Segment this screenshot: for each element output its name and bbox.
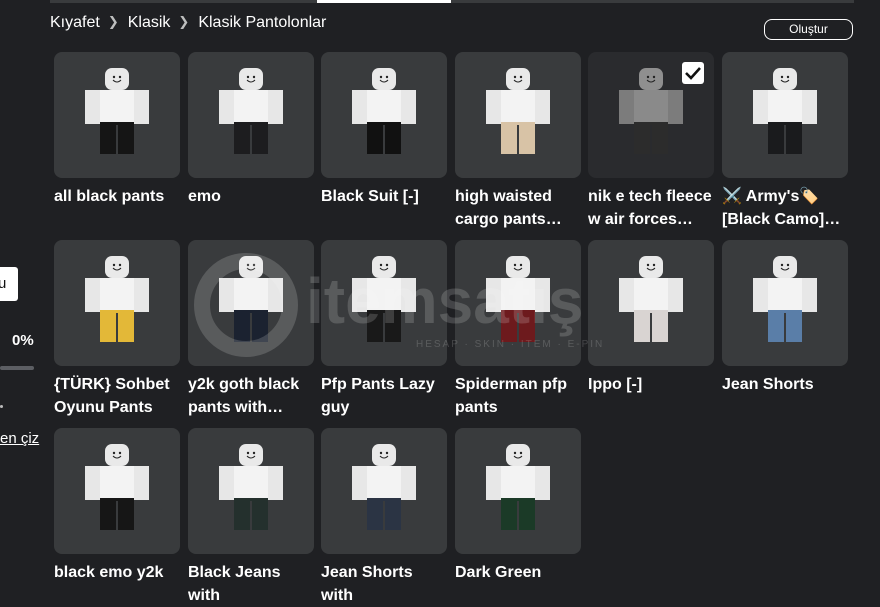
- item-name[interactable]: Black Jeans with: [188, 561, 314, 607]
- avatar-preview: [486, 68, 550, 164]
- avatar-preview: [753, 68, 817, 164]
- item-name[interactable]: black emo y2k: [54, 561, 180, 584]
- chevron-right-icon: ❯: [178, 14, 190, 29]
- item-thumbnail[interactable]: [588, 240, 714, 366]
- item-card[interactable]: {TÜRK} Sohbet Oyunu Pants: [54, 240, 180, 419]
- item-name[interactable]: all black pants: [54, 185, 180, 208]
- avatar-preview: [352, 444, 416, 540]
- item-name[interactable]: Pfp Pants Lazy guy: [321, 373, 447, 419]
- avatar-preview: [753, 256, 817, 352]
- item-card[interactable]: black emo y2k: [54, 428, 180, 584]
- breadcrumb-classic-pants: Klasik Pantolonlar: [198, 14, 327, 31]
- progress-bar: [0, 366, 34, 370]
- item-thumbnail[interactable]: [188, 240, 314, 366]
- item-name[interactable]: Black Suit [-]: [321, 185, 447, 208]
- breadcrumb: Kıyafet ❯ Klasik ❯ Klasik Pantolonlar: [50, 14, 326, 32]
- item-thumbnail[interactable]: [455, 240, 581, 366]
- item-card[interactable]: Dark Green: [455, 428, 581, 584]
- item-card[interactable]: Pfp Pants Lazy guy: [321, 240, 447, 419]
- item-thumbnail[interactable]: [188, 52, 314, 178]
- checkmark-icon[interactable]: [682, 62, 704, 84]
- item-thumbnail[interactable]: [455, 52, 581, 178]
- chevron-right-icon: ❯: [107, 14, 119, 29]
- item-name[interactable]: Spiderman pfp pants: [455, 373, 581, 419]
- sidebar-input[interactable]: u: [0, 267, 18, 301]
- item-thumbnail[interactable]: [54, 240, 180, 366]
- item-card[interactable]: all black pants: [54, 52, 180, 208]
- item-card[interactable]: Jean Shorts: [722, 240, 848, 396]
- item-card[interactable]: Black Jeans with: [188, 428, 314, 607]
- item-name[interactable]: emo: [188, 185, 314, 208]
- item-card[interactable]: ⚔️ Army's🏷️ [Black Camo]…: [722, 52, 848, 231]
- avatar-preview: [85, 256, 149, 352]
- item-name[interactable]: Jean Shorts with: [321, 561, 447, 607]
- item-thumbnail[interactable]: [188, 428, 314, 554]
- sidebar-partial: u 0% en çiz: [0, 0, 46, 574]
- create-button[interactable]: Oluştur: [764, 19, 853, 40]
- sidebar-link[interactable]: en çiz: [0, 430, 39, 447]
- item-thumbnail[interactable]: [455, 428, 581, 554]
- item-name[interactable]: {TÜRK} Sohbet Oyunu Pants: [54, 373, 180, 419]
- item-thumbnail[interactable]: [321, 240, 447, 366]
- item-card[interactable]: nik e tech fleece w air forces…: [588, 52, 714, 231]
- item-name[interactable]: ⚔️ Army's🏷️ [Black Camo]…: [722, 185, 848, 231]
- bullet-dot: [0, 405, 3, 408]
- breadcrumb-classic[interactable]: Klasik: [128, 14, 171, 32]
- item-card[interactable]: Ippo [-]: [588, 240, 714, 396]
- avatar-preview: [352, 256, 416, 352]
- item-card[interactable]: Black Suit [-]: [321, 52, 447, 208]
- item-name[interactable]: nik e tech fleece w air forces…: [588, 185, 714, 231]
- avatar-preview: [352, 68, 416, 164]
- avatar-preview: [486, 256, 550, 352]
- breadcrumb-clothing[interactable]: Kıyafet: [50, 14, 100, 32]
- tab-underline-active: [317, 0, 451, 3]
- item-thumbnail[interactable]: [722, 52, 848, 178]
- item-thumbnail[interactable]: [321, 52, 447, 178]
- item-card[interactable]: Spiderman pfp pants: [455, 240, 581, 419]
- item-thumbnail[interactable]: [321, 428, 447, 554]
- item-card[interactable]: emo: [188, 52, 314, 208]
- item-name[interactable]: Jean Shorts: [722, 373, 848, 396]
- avatar-preview: [619, 256, 683, 352]
- item-card[interactable]: Jean Shorts with: [321, 428, 447, 607]
- avatar-preview: [486, 444, 550, 540]
- tab-underline-track: [50, 0, 854, 3]
- avatar-preview: [85, 68, 149, 164]
- avatar-preview: [219, 256, 283, 352]
- avatar-preview: [619, 68, 683, 164]
- avatar-preview: [219, 444, 283, 540]
- item-thumbnail[interactable]: [54, 52, 180, 178]
- avatar-preview: [85, 444, 149, 540]
- item-thumbnail[interactable]: [54, 428, 180, 554]
- progress-percent: 0%: [12, 332, 34, 349]
- item-card[interactable]: y2k goth black pants with blue…: [188, 240, 314, 419]
- avatar-preview: [219, 68, 283, 164]
- item-name[interactable]: Ippo [-]: [588, 373, 714, 396]
- item-name[interactable]: Dark Green: [455, 561, 581, 584]
- item-name[interactable]: y2k goth black pants with blue…: [188, 373, 314, 419]
- item-card[interactable]: high waisted cargo pants…: [455, 52, 581, 231]
- item-name[interactable]: high waisted cargo pants…: [455, 185, 581, 231]
- item-thumbnail[interactable]: [588, 52, 714, 178]
- item-thumbnail[interactable]: [722, 240, 848, 366]
